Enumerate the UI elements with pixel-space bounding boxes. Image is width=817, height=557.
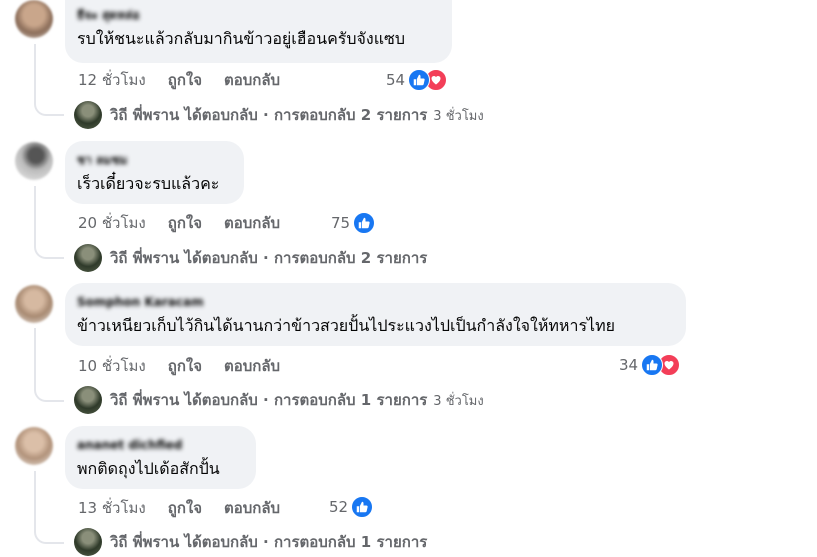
reply-summary: วิถี พี่พราน ได้ตอบกลับ · การตอบกลับ 2 ร… [110, 249, 428, 267]
comment-bubble: ธีจะ สุดหล่อ รบให้ชนะแล้วกลับมากินข้าวอย… [65, 0, 452, 63]
reply-timestamp: 3 ชั่วโมง [433, 108, 484, 124]
reply-button[interactable]: ตอบกลับ [224, 68, 280, 92]
comment-bubble: ชา ลมชม เร็วเดี๋ยวจะรบแล้วคะ [65, 141, 244, 204]
reaction-count: 34 [619, 356, 639, 374]
like-icon [353, 212, 376, 234]
like-icon [351, 496, 374, 518]
reply-summary: วิถี พี่พราน ได้ตอบกลับ · การตอบกลับ 1 ร… [110, 391, 428, 409]
commenter-avatar[interactable] [15, 427, 53, 465]
replier-avatar [74, 528, 102, 556]
reaction-count: 75 [331, 214, 351, 232]
comment-bubble: Somphon Karacam ข้าวเหนียวเก็บไว้กินได้น… [65, 283, 686, 346]
view-replies-link[interactable]: วิถี พี่พราน ได้ตอบกลับ · การตอบกลับ 1 ร… [74, 385, 484, 415]
like-icon [641, 354, 664, 376]
view-replies-link[interactable]: วิถี พี่พราน ได้ตอบกลับ · การตอบกลับ 2 ร… [74, 100, 484, 130]
comment-author[interactable]: Somphon Karacam [77, 294, 674, 310]
comment-timestamp[interactable]: 20 ชั่วโมง [78, 211, 146, 235]
reply-summary: วิถี พี่พราน ได้ตอบกลับ · การตอบกลับ 1 ร… [110, 533, 428, 551]
replier-avatar [74, 101, 102, 129]
thread-connector [34, 378, 64, 402]
comment-timestamp[interactable]: 12 ชั่วโมง [78, 68, 146, 92]
thread-line [34, 328, 36, 383]
like-icon [408, 69, 431, 91]
comment-text: เร็วเดี๋ยวจะรบแล้วคะ [77, 174, 220, 193]
reaction-summary[interactable]: 52 [329, 496, 374, 518]
commenter-avatar[interactable] [15, 142, 53, 180]
thread-connector [34, 520, 64, 544]
reaction-summary[interactable]: 34 [619, 354, 681, 376]
comment-actions: 13 ชั่วโมง ถูกใจ ตอบกลับ [78, 498, 302, 518]
comment-actions: 12 ชั่วโมง ถูกใจ ตอบกลับ [78, 70, 302, 90]
reply-button[interactable]: ตอบกลับ [224, 354, 280, 378]
comment-author[interactable]: ธีจะ สุดหล่อ [77, 7, 440, 23]
reaction-summary[interactable]: 75 [331, 212, 376, 234]
like-button[interactable]: ถูกใจ [168, 354, 202, 378]
thread-connector [34, 92, 64, 116]
comment-timestamp[interactable]: 13 ชั่วโมง [78, 496, 146, 520]
thread-line [34, 471, 36, 526]
like-button[interactable]: ถูกใจ [168, 68, 202, 92]
comment-timestamp[interactable]: 10 ชั่วโมง [78, 354, 146, 378]
view-replies-link[interactable]: วิถี พี่พราน ได้ตอบกลับ · การตอบกลับ 2 ร… [74, 243, 433, 273]
comment-text: รบให้ชนะแล้วกลับมากินข้าวอยู่เฮือนครับจั… [77, 29, 406, 48]
thread-line [34, 186, 36, 241]
replier-avatar [74, 386, 102, 414]
reply-button[interactable]: ตอบกลับ [224, 496, 280, 520]
reaction-count: 54 [386, 71, 406, 89]
replier-avatar [74, 244, 102, 272]
commenter-avatar[interactable] [15, 0, 53, 38]
like-button[interactable]: ถูกใจ [168, 211, 202, 235]
reaction-count: 52 [329, 498, 349, 516]
comment-text: พกติดถุงไปเด้อสักปั้น [77, 459, 220, 478]
thread-line [34, 44, 36, 99]
comment-author[interactable]: ชา ลมชม [77, 152, 232, 168]
comment-author[interactable]: ananet dichfied [77, 437, 244, 453]
comment-actions: 20 ชั่วโมง ถูกใจ ตอบกลับ [78, 213, 302, 233]
reply-summary: วิถี พี่พราน ได้ตอบกลับ · การตอบกลับ 2 ร… [110, 106, 428, 124]
comment-text: ข้าวเหนียวเก็บไว้กินได้นานกว่าข้าวสวยปั้… [77, 316, 616, 335]
comment-actions: 10 ชั่วโมง ถูกใจ ตอบกลับ [78, 356, 302, 376]
view-replies-link[interactable]: วิถี พี่พราน ได้ตอบกลับ · การตอบกลับ 1 ร… [74, 527, 433, 557]
reaction-summary[interactable]: 54 [386, 69, 448, 91]
thread-connector [34, 235, 64, 259]
reply-button[interactable]: ตอบกลับ [224, 211, 280, 235]
comment-bubble: ananet dichfied พกติดถุงไปเด้อสักปั้น [65, 426, 256, 489]
like-button[interactable]: ถูกใจ [168, 496, 202, 520]
reply-timestamp: 3 ชั่วโมง [433, 393, 484, 409]
commenter-avatar[interactable] [15, 285, 53, 323]
